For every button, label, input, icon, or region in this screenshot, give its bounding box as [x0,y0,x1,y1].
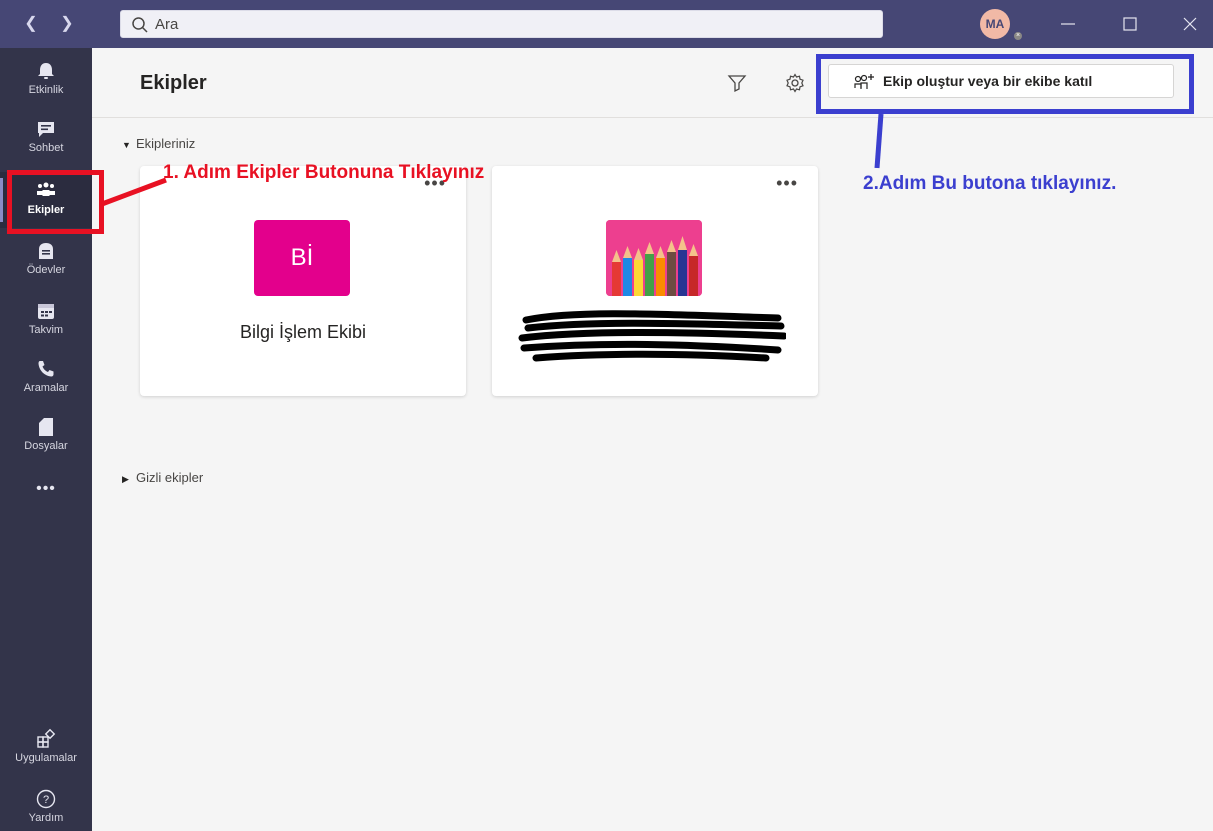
pencils-image [606,220,702,296]
page-title: Ekipler [140,72,207,94]
rail-item-activity[interactable]: Etkinlik [0,52,92,108]
rail-item-apps[interactable]: Uygulamalar [0,720,92,776]
more-options-icon[interactable]: ••• [776,174,798,192]
more-apps-icon[interactable]: ••• [0,472,92,506]
apps-icon [37,728,56,748]
rail-item-label: Dosyalar [24,440,68,452]
search-placeholder: Ara [155,16,179,33]
rail-item-files[interactable]: Dosyalar [0,408,92,464]
calendar-icon [38,304,54,319]
chat-icon [38,122,54,137]
rail-item-label: Sohbet [28,142,64,154]
rail-item-label: Takvim [28,324,64,336]
avatar[interactable]: MA [980,9,1010,39]
phone-icon [38,361,54,377]
team-card[interactable]: ••• Bİ Bilgi İşlem Ekibi [140,166,466,396]
rail-item-label: Aramalar [23,382,69,394]
section-label: Ekipleriniz [136,136,196,151]
step1-highlight-box [7,170,104,234]
back-arrow-icon[interactable]: ❮ [20,12,42,36]
status-badge: × [1012,30,1024,42]
file-icon [39,418,53,436]
help-icon: ? [36,789,56,809]
section-hidden-teams[interactable]: ▶ Gizli ekipler [122,470,203,485]
rail-item-assignments[interactable]: Ödevler [0,232,92,288]
caret-right-icon: ▶ [122,474,129,484]
redaction-scribble [518,310,786,362]
assignments-icon [39,243,53,259]
team-avatar: Bİ [254,220,350,296]
search-icon [132,17,148,33]
rail-item-label: Uygulamalar [15,752,77,764]
filter-icon[interactable] [726,72,748,94]
step1-pointer-line [101,177,167,207]
step2-instruction: 2.Adım Bu butona tıklayınız. [863,173,1117,194]
step2-highlight-box [816,54,1194,114]
rail-item-chat[interactable]: Sohbet [0,110,92,166]
rail-item-calendar[interactable]: Takvim [0,292,92,348]
title-bar: ❮ ❯ Ara MA × [0,0,1213,48]
forward-arrow-icon[interactable]: ❯ [56,12,78,36]
rail-item-help[interactable]: ? Yardım [0,780,92,831]
rail-item-label: Ödevler [26,264,66,276]
section-label: Gizli ekipler [136,470,204,485]
gear-icon[interactable] [784,72,806,94]
step2-pointer-line [874,113,884,169]
bell-icon [38,63,54,79]
maximize-icon[interactable] [1110,10,1150,38]
search-input[interactable]: Ara [120,10,883,38]
section-your-teams[interactable]: ▼ Ekipleriniz [122,136,195,151]
step1-instruction: 1. Adım Ekipler Butonuna Tıklayınız [163,162,485,183]
minimize-icon[interactable] [1048,10,1088,38]
app-rail: Etkinlik Sohbet Ekipler Ödevler Takvim A… [0,48,92,831]
caret-down-icon: ▼ [122,140,131,150]
rail-item-label: Etkinlik [28,84,64,96]
team-name: Bilgi İşlem Ekibi [239,322,367,342]
rail-item-label: Yardım [28,812,64,824]
rail-item-calls[interactable]: Aramalar [0,350,92,406]
close-icon[interactable] [1170,10,1210,38]
svg-text:?: ? [43,794,49,806]
